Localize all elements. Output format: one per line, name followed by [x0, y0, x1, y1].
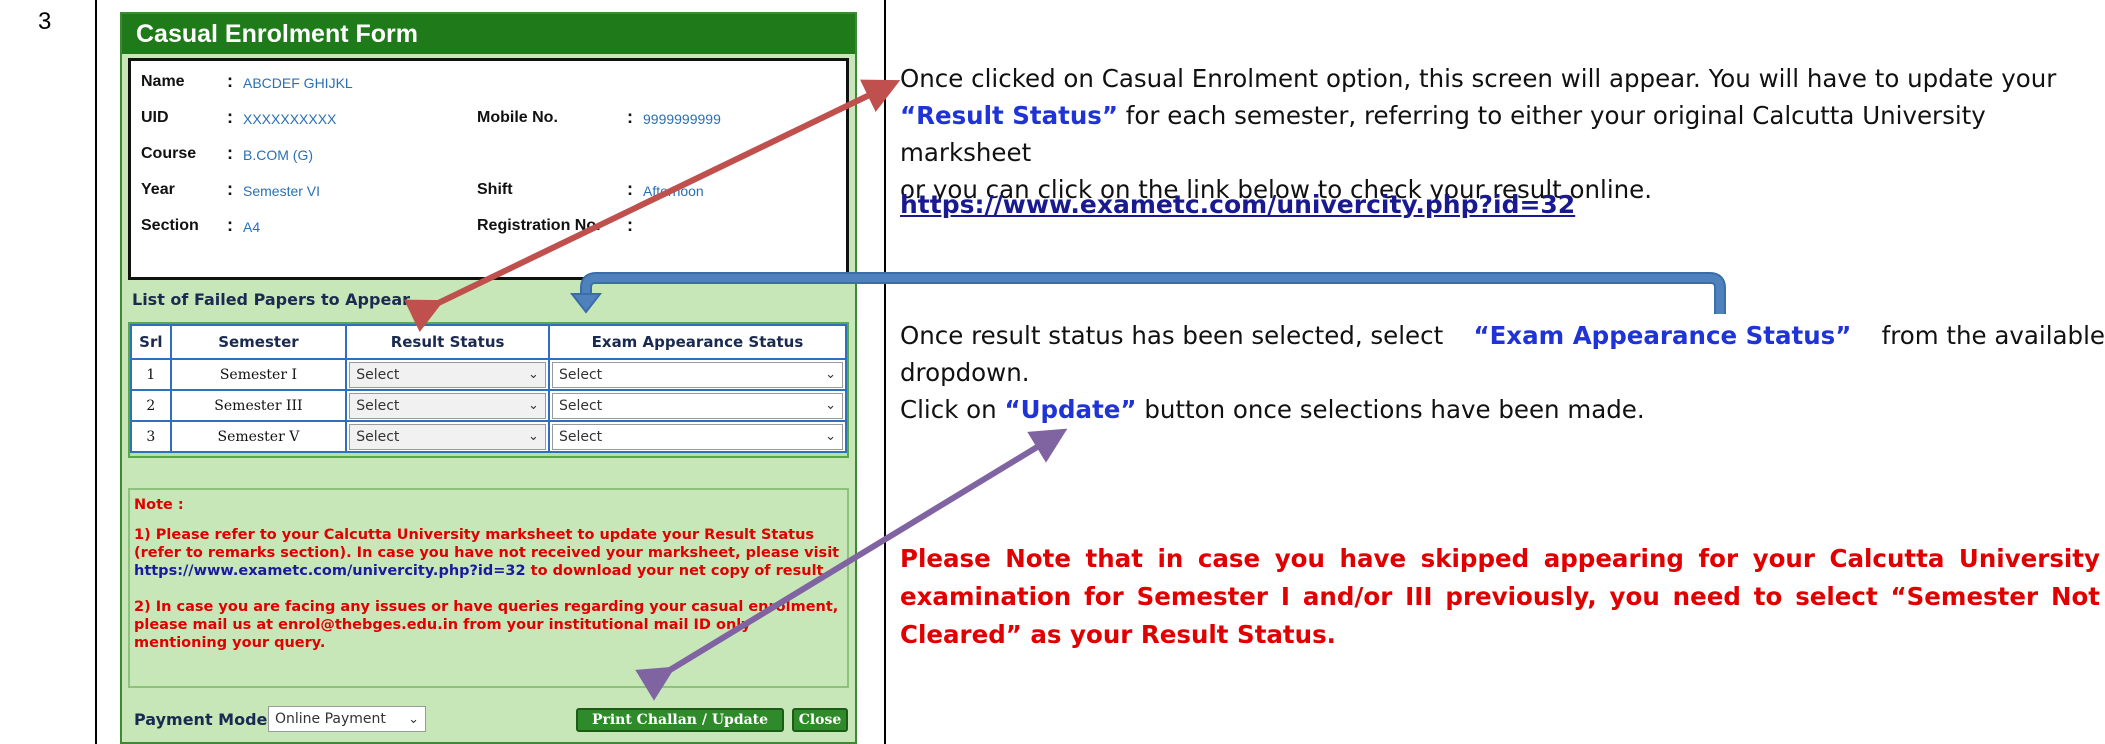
purple-pointer-arrow	[635, 428, 1068, 701]
pointer-arrows	[403, 79, 1726, 701]
blue-bent-arrow	[569, 272, 1726, 314]
